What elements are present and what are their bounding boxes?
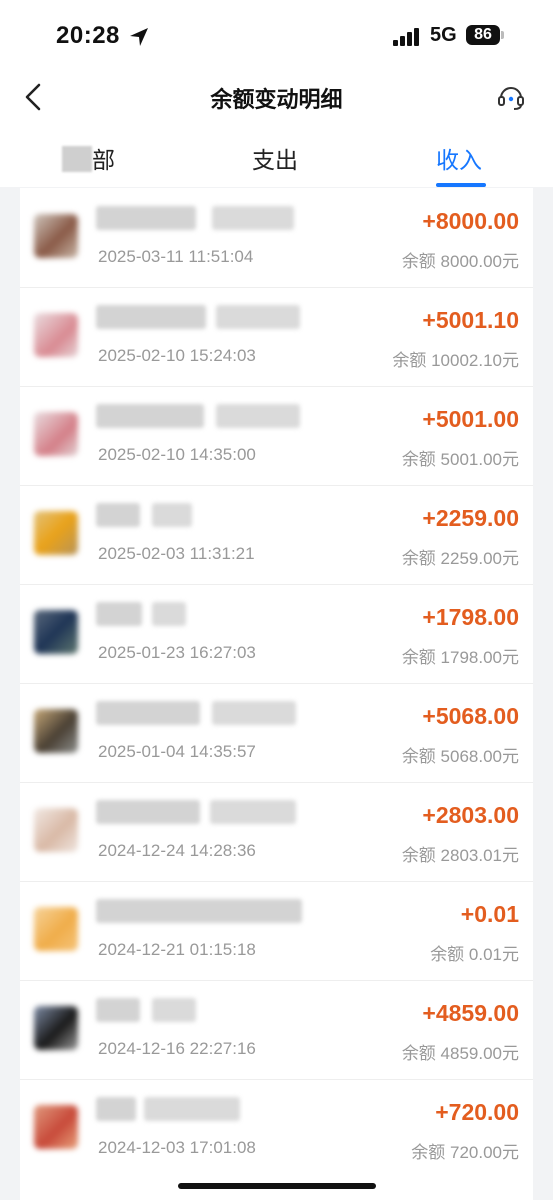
blurred-name bbox=[96, 404, 204, 428]
transaction-date: 2025-02-10 14:35:00 bbox=[98, 445, 256, 464]
balance-after: 余额 1798.00元 bbox=[401, 648, 519, 667]
blurred-name bbox=[96, 602, 142, 626]
blurred-name bbox=[96, 701, 200, 725]
network-type: 5G bbox=[430, 24, 457, 46]
transaction-row[interactable]: 2025-02-03 11:31:21 +2259.00 余额 2259.00元 bbox=[20, 485, 533, 585]
avatar bbox=[34, 709, 78, 753]
balance-after: 余额 8000.00元 bbox=[401, 252, 519, 271]
blurred-name bbox=[152, 503, 192, 527]
transaction-date: 2025-01-04 14:35:57 bbox=[98, 742, 256, 761]
blurred-name bbox=[212, 206, 294, 230]
transaction-amount: +5068.00 bbox=[422, 703, 519, 729]
transaction-amount: +5001.10 bbox=[422, 307, 519, 333]
transaction-amount: +2803.00 bbox=[422, 802, 519, 828]
transaction-date: 2024-12-16 22:27:16 bbox=[98, 1039, 256, 1058]
blurred-name bbox=[96, 998, 140, 1022]
transaction-row[interactable]: 2024-12-21 01:15:18 +0.01 余额 0.01元 bbox=[20, 881, 533, 981]
avatar bbox=[34, 214, 78, 258]
balance-after: 余额 2259.00元 bbox=[401, 549, 519, 568]
balance-after: 余额 4859.00元 bbox=[401, 1044, 519, 1063]
blurred-text bbox=[62, 146, 92, 172]
balance-after: 余额 10002.10元 bbox=[392, 351, 519, 370]
transaction-date: 2024-12-24 14:28:36 bbox=[98, 841, 256, 860]
balance-after: 余额 2803.01元 bbox=[401, 846, 519, 865]
blurred-name bbox=[216, 404, 300, 428]
tab-expense[interactable]: 支出 bbox=[252, 141, 298, 175]
blurred-name bbox=[144, 1097, 240, 1121]
avatar bbox=[34, 511, 78, 555]
balance-after: 余额 720.00元 bbox=[411, 1143, 519, 1162]
transaction-amount: +8000.00 bbox=[422, 208, 519, 234]
avatar bbox=[34, 610, 78, 654]
tab-income[interactable]: 收入 bbox=[436, 141, 482, 175]
blurred-name bbox=[96, 305, 206, 329]
page-title: 余额变动明细 bbox=[210, 87, 343, 112]
transaction-date: 2025-02-10 15:24:03 bbox=[98, 346, 256, 365]
avatar bbox=[34, 412, 78, 456]
blurred-name bbox=[152, 998, 196, 1022]
transaction-amount: +1798.00 bbox=[422, 604, 519, 630]
transaction-row[interactable]: 2025-02-10 15:24:03 +5001.10 余额 10002.10… bbox=[20, 287, 533, 387]
avatar bbox=[34, 1105, 78, 1149]
transaction-amount: +5001.00 bbox=[422, 406, 519, 432]
battery-tip bbox=[501, 31, 504, 39]
status-bar: 20:28 5G 86 bbox=[0, 0, 553, 70]
blurred-name bbox=[96, 503, 140, 527]
blurred-name bbox=[96, 1097, 136, 1121]
transaction-date: 2024-12-21 01:15:18 bbox=[98, 940, 256, 959]
blurred-name bbox=[96, 206, 196, 230]
home-indicator[interactable] bbox=[178, 1183, 376, 1189]
transaction-amount: +2259.00 bbox=[422, 505, 519, 531]
location-arrow-icon bbox=[130, 28, 148, 46]
transaction-row[interactable]: 2025-01-04 14:35:57 +5068.00 余额 5068.00元 bbox=[20, 683, 533, 783]
balance-after: 余额 5068.00元 bbox=[401, 747, 519, 766]
customer-service-icon[interactable] bbox=[496, 82, 526, 112]
transaction-row[interactable]: 2024-12-24 14:28:36 +2803.00 余额 2803.01元 bbox=[20, 782, 533, 882]
transaction-amount: +0.01 bbox=[460, 901, 519, 927]
balance-after: 余额 5001.00元 bbox=[401, 450, 519, 469]
tab-all[interactable]: 部 bbox=[62, 141, 115, 175]
blurred-name bbox=[96, 800, 200, 824]
transaction-row[interactable]: 2025-01-23 16:27:03 +1798.00 余额 1798.00元 bbox=[20, 584, 533, 684]
transaction-row[interactable]: 2024-12-16 22:27:16 +4859.00 余额 4859.00元 bbox=[20, 980, 533, 1080]
blurred-name bbox=[212, 701, 296, 725]
transaction-amount: +720.00 bbox=[435, 1099, 519, 1125]
transaction-date: 2025-03-11 11:51:04 bbox=[98, 247, 254, 266]
signal-icon bbox=[393, 28, 419, 46]
avatar bbox=[34, 907, 78, 951]
avatar bbox=[34, 313, 78, 357]
tab-all-label: 部 bbox=[92, 147, 115, 173]
avatar bbox=[34, 1006, 78, 1050]
blurred-name bbox=[96, 899, 302, 923]
transaction-date: 2024-12-03 17:01:08 bbox=[98, 1138, 256, 1157]
transaction-date: 2025-01-23 16:27:03 bbox=[98, 643, 256, 662]
tab-bar: 部 支出 收入 bbox=[0, 125, 553, 187]
transaction-list: 2025-03-11 11:51:04 +8000.00 余额 8000.00元… bbox=[20, 188, 533, 1200]
transaction-date: 2025-02-03 11:31:21 bbox=[98, 544, 255, 563]
transaction-row[interactable]: 2024-12-03 17:01:08 +720.00 余额 720.00元 bbox=[20, 1079, 533, 1178]
transaction-row[interactable]: 2025-03-11 11:51:04 +8000.00 余额 8000.00元 bbox=[20, 188, 533, 288]
balance-after: 余额 0.01元 bbox=[430, 945, 519, 964]
transaction-row[interactable]: 2025-02-10 14:35:00 +5001.00 余额 5001.00元 bbox=[20, 386, 533, 486]
nav-bar: 余额变动明细 bbox=[0, 70, 553, 125]
blurred-name bbox=[216, 305, 300, 329]
blurred-name bbox=[152, 602, 186, 626]
battery-icon: 86 bbox=[466, 25, 500, 45]
active-tab-indicator bbox=[436, 183, 486, 187]
avatar bbox=[34, 808, 78, 852]
transaction-amount: +4859.00 bbox=[422, 1000, 519, 1026]
status-time: 20:28 bbox=[56, 22, 120, 49]
blurred-name bbox=[210, 800, 296, 824]
